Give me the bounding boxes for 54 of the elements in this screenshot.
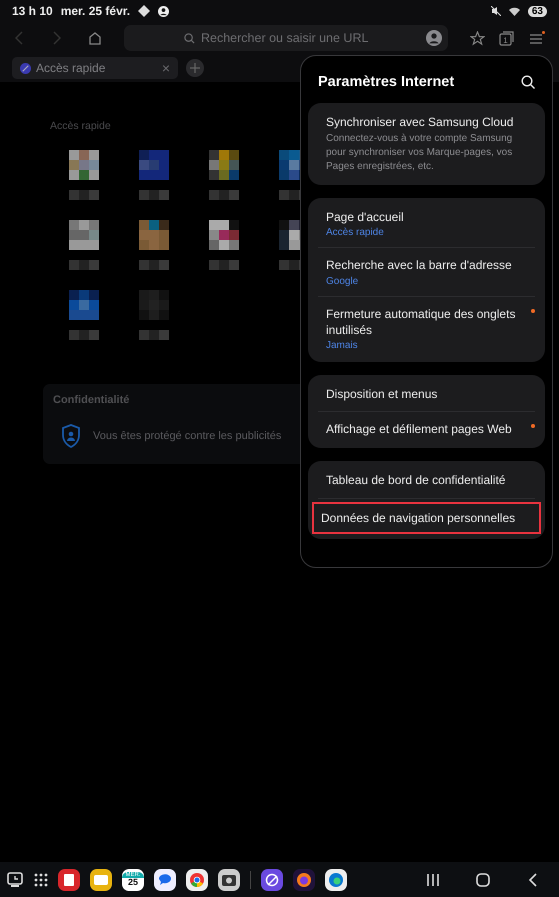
blurred-label-icon [69, 330, 99, 340]
bookmark-star-icon[interactable] [470, 30, 485, 46]
blurred-label-icon [69, 260, 99, 270]
settings-item[interactable]: Disposition et menus [318, 376, 535, 412]
settings-item[interactable]: Fermeture automatique des onglets inutilisés Jamais [318, 296, 535, 360]
status-date: mer. 25 févr. [60, 4, 130, 18]
settings-item[interactable]: Affichage et défilement pages Web [318, 412, 535, 446]
new-tab-button[interactable] [186, 59, 204, 77]
item-description: Connectez-vous à votre compte Samsung pour synchroniser vos Marque-pages, vos Pages enregistrées, etc. [326, 132, 514, 174]
menu-icon[interactable] [529, 30, 545, 46]
back-icon[interactable] [528, 872, 538, 886]
settings-item[interactable]: Synchroniser avec Samsung Cloud Connectez-vous à votre compte Samsung pour synchroniser vos Marque-pages, vos Pages enregistrées, etc. [318, 105, 535, 184]
diamond-icon [138, 5, 150, 17]
wifi-icon [508, 6, 520, 16]
folder-app-icon[interactable] [90, 868, 112, 890]
section-title: Accès rapide [50, 120, 111, 132]
recent-apps-icon[interactable] [6, 870, 24, 888]
blurred-label-icon [209, 190, 239, 200]
blurred-label-icon [69, 190, 99, 200]
settings-item[interactable]: Tableau de bord de confidentialité [318, 463, 535, 498]
browser-tab[interactable]: Accès rapide × [12, 57, 178, 79]
panel-title: Paramètres Internet [318, 74, 454, 90]
search-icon [184, 32, 195, 44]
blurred-label-icon [209, 260, 239, 270]
settings-item[interactable]: Données de navigation personnelles [312, 502, 541, 534]
notes-app-icon[interactable] [58, 868, 80, 890]
settings-item[interactable]: Page d'accueil Accès rapide [318, 200, 535, 248]
account-icon [158, 6, 170, 16]
blurred-label-icon [139, 260, 169, 270]
tabs-icon[interactable]: 1 [499, 30, 515, 46]
firefox-app-icon[interactable] [293, 868, 315, 890]
item-value: Accès rapide [326, 227, 385, 238]
status-time: 13 h 10 [12, 4, 53, 18]
profile-icon[interactable] [426, 30, 442, 46]
shield-icon [61, 424, 81, 448]
mute-icon [490, 6, 501, 16]
blurred-label-icon [139, 330, 169, 340]
blurred-label-icon [139, 190, 169, 200]
search-icon[interactable] [521, 75, 535, 89]
battery-level: 63 [528, 6, 547, 16]
chrome-app-icon[interactable] [186, 868, 208, 890]
site-icon [20, 62, 31, 74]
item-value: Google [326, 276, 360, 287]
privacy-message: Vous êtes protégé contre les publicités [93, 430, 282, 442]
recents-icon[interactable] [426, 872, 440, 886]
item-value: Jamais [326, 340, 359, 351]
camera-app-icon[interactable] [218, 868, 240, 890]
app-grid-icon[interactable] [34, 872, 48, 886]
edge-app-icon[interactable] [325, 868, 347, 890]
plus-icon [190, 63, 200, 73]
messages-app-icon[interactable] [154, 868, 176, 890]
internet-app-icon[interactable] [261, 868, 283, 890]
card-title: Confidentialité [53, 394, 130, 406]
settings-item[interactable]: Recherche avec la barre d'adresse Google [318, 248, 535, 297]
